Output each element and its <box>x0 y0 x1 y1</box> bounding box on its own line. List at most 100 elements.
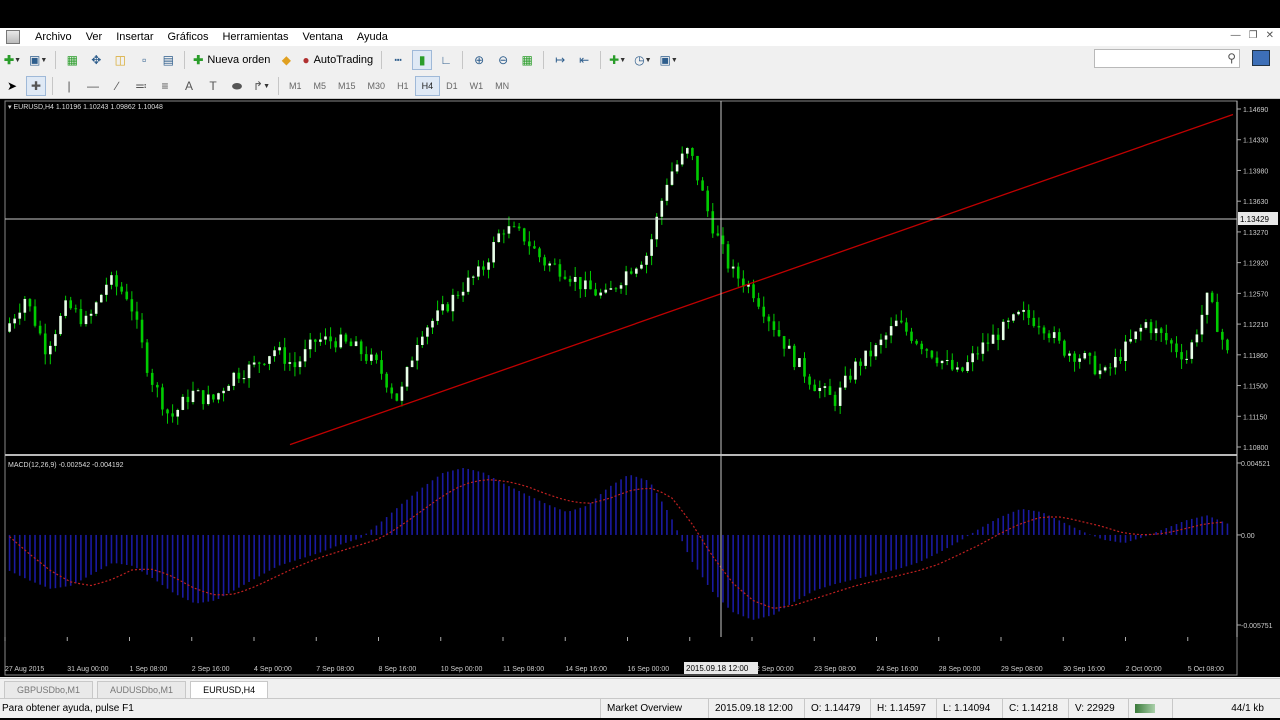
data-window-button[interactable]: ◫ <box>110 50 130 70</box>
tab-audusd-m1[interactable]: AUDUSDbo,M1 <box>97 681 187 699</box>
vertical-line-button[interactable]: | <box>59 76 79 96</box>
terminal-button[interactable]: ▫ <box>134 50 154 70</box>
candle-bear <box>43 333 47 355</box>
candle-bear <box>171 413 174 417</box>
candle-bear <box>33 306 37 326</box>
status-close: C: 1.14218 <box>1002 699 1071 718</box>
candle-bear <box>859 361 862 366</box>
menu-ver[interactable]: Ver <box>79 28 110 46</box>
candle-bull <box>105 284 108 295</box>
zoom-in-button[interactable]: ⊕ <box>469 50 489 70</box>
bar-chart-button[interactable]: ┅ <box>388 50 408 70</box>
timeframe-d1[interactable]: D1 <box>440 77 464 95</box>
chart-window[interactable]: 1.14690 1.14330 1.13980 1.13630 1.13270 1.129… <box>0 99 1280 677</box>
zoom-out-icon: ⊖ <box>498 53 509 67</box>
candle-bear <box>140 319 144 343</box>
new-chart-button[interactable]: ✚ ▼ <box>2 50 23 70</box>
candle-bear <box>512 226 516 228</box>
candlestick-chart-button[interactable]: ▮ <box>412 50 433 70</box>
candle-bear <box>716 233 720 236</box>
text-label-button[interactable]: T <box>203 76 223 96</box>
status-profile[interactable]: Market Overview <box>600 699 709 718</box>
candle-bear <box>1175 343 1178 353</box>
cursor-button[interactable]: ➤ <box>2 76 22 96</box>
auto-scroll-button[interactable]: ↦ <box>550 50 570 70</box>
candle-bull <box>18 312 22 319</box>
periods-button[interactable]: ◷ ▼ <box>632 50 653 70</box>
menu-ventana[interactable]: Ventana <box>296 28 350 46</box>
chart-shift-button[interactable]: ⇤ <box>574 50 594 70</box>
menu-graficos[interactable]: Gráficos <box>161 28 216 46</box>
search-box[interactable]: ⚲ <box>1094 49 1240 68</box>
indicators-button[interactable]: ✚ ▼ <box>607 50 628 70</box>
price-tick-label: 1.14330 <box>1243 138 1268 145</box>
market-watch-button[interactable]: ▦ <box>62 50 82 70</box>
candlestick-icon: ▮ <box>418 53 426 67</box>
candle-bull <box>8 323 11 332</box>
timeframe-m5[interactable]: M5 <box>308 77 333 95</box>
candle-bear <box>538 248 541 258</box>
metaeditor-button[interactable]: ◆ <box>276 50 296 70</box>
candle-bull <box>1195 334 1199 343</box>
autotrading-button[interactable]: ● AutoTrading <box>300 50 375 70</box>
app-icon[interactable] <box>6 30 20 44</box>
candle-bull <box>451 294 455 312</box>
status-high: H: 1.14597 <box>870 699 939 718</box>
candle-bear <box>1057 332 1061 341</box>
connection-status[interactable] <box>1128 699 1175 718</box>
channel-button[interactable]: ≕ <box>131 76 151 96</box>
price-chart[interactable]: 1.14690 1.14330 1.13980 1.13630 1.13270 1.129… <box>0 99 1280 677</box>
restore-icon[interactable]: ❐ <box>1249 30 1258 41</box>
trendline-button[interactable]: ∕ <box>107 76 127 96</box>
status-open: O: 1.14479 <box>804 699 873 718</box>
shapes-button[interactable]: ⬬ <box>227 76 247 96</box>
templates-button[interactable]: ▣ ▼ <box>658 50 680 70</box>
candle-bear <box>1119 356 1122 362</box>
tile-windows-button[interactable]: ▦ <box>517 50 537 70</box>
menu-herramientas[interactable]: Herramientas <box>215 28 295 46</box>
candle-bull <box>670 171 674 185</box>
crosshair-button[interactable]: ✚ <box>26 76 46 96</box>
candle-bull <box>884 335 888 340</box>
tab-eurusd-h4[interactable]: EURUSD,H4 <box>190 681 269 699</box>
candle-bear <box>1170 340 1173 344</box>
dropdown-arrow-icon: ▼ <box>40 56 48 64</box>
community-button[interactable] <box>1252 50 1270 66</box>
candle-bear <box>1221 331 1224 340</box>
candle-bull <box>940 360 944 364</box>
candle-bear <box>28 298 32 307</box>
menu-archivo[interactable]: Archivo <box>28 28 79 46</box>
timeframe-mn[interactable]: MN <box>489 77 515 95</box>
new-order-button[interactable]: ✚ Nueva orden <box>191 50 272 70</box>
tab-gbpusd-m1[interactable]: GBPUSDbo,M1 <box>4 681 94 699</box>
minimize-icon[interactable]: — <box>1231 30 1241 41</box>
candle-bull <box>874 345 878 357</box>
arrows-button[interactable]: ↱ ▼ <box>251 76 272 96</box>
timeframe-m15[interactable]: M15 <box>332 77 362 95</box>
timeframe-h1[interactable]: H1 <box>391 77 415 95</box>
text-button[interactable]: A <box>179 76 199 96</box>
candle-bear <box>563 276 567 279</box>
timeframe-h4[interactable]: H4 <box>414 76 441 96</box>
horizontal-line-button[interactable]: — <box>83 76 103 96</box>
menu-ayuda[interactable]: Ayuda <box>350 28 395 46</box>
chart-header: ▾ EURUSD,H4 1.10196 1.10243 1.09862 1.10… <box>8 104 163 111</box>
candle-bull <box>252 362 256 365</box>
profiles-button[interactable]: ▣ ▼ <box>27 50 49 70</box>
candle-bear <box>1073 353 1076 362</box>
fibonacci-button[interactable]: ≡ <box>155 76 175 96</box>
search-icon[interactable]: ⚲ <box>1227 51 1236 65</box>
candle-bull <box>1190 342 1194 359</box>
candle-bear <box>1165 333 1168 341</box>
tester-button[interactable]: ▤ <box>158 50 178 70</box>
line-chart-button[interactable]: ∟ <box>436 50 456 70</box>
line-studies-toolbar: ➤ ✚ | — ∕ ≕ ≡ A T ⬬ ↱ ▼ M1 M5 M15 M30 H1 … <box>0 74 1280 99</box>
candle-bear <box>736 266 740 279</box>
timeframe-m1[interactable]: M1 <box>283 77 308 95</box>
zoom-out-button[interactable]: ⊖ <box>493 50 513 70</box>
navigator-button[interactable]: ✥ <box>86 50 106 70</box>
menu-insertar[interactable]: Insertar <box>109 28 160 46</box>
close-icon[interactable]: ✕ <box>1266 30 1274 41</box>
timeframe-w1[interactable]: W1 <box>464 77 490 95</box>
timeframe-m30[interactable]: M30 <box>362 77 392 95</box>
